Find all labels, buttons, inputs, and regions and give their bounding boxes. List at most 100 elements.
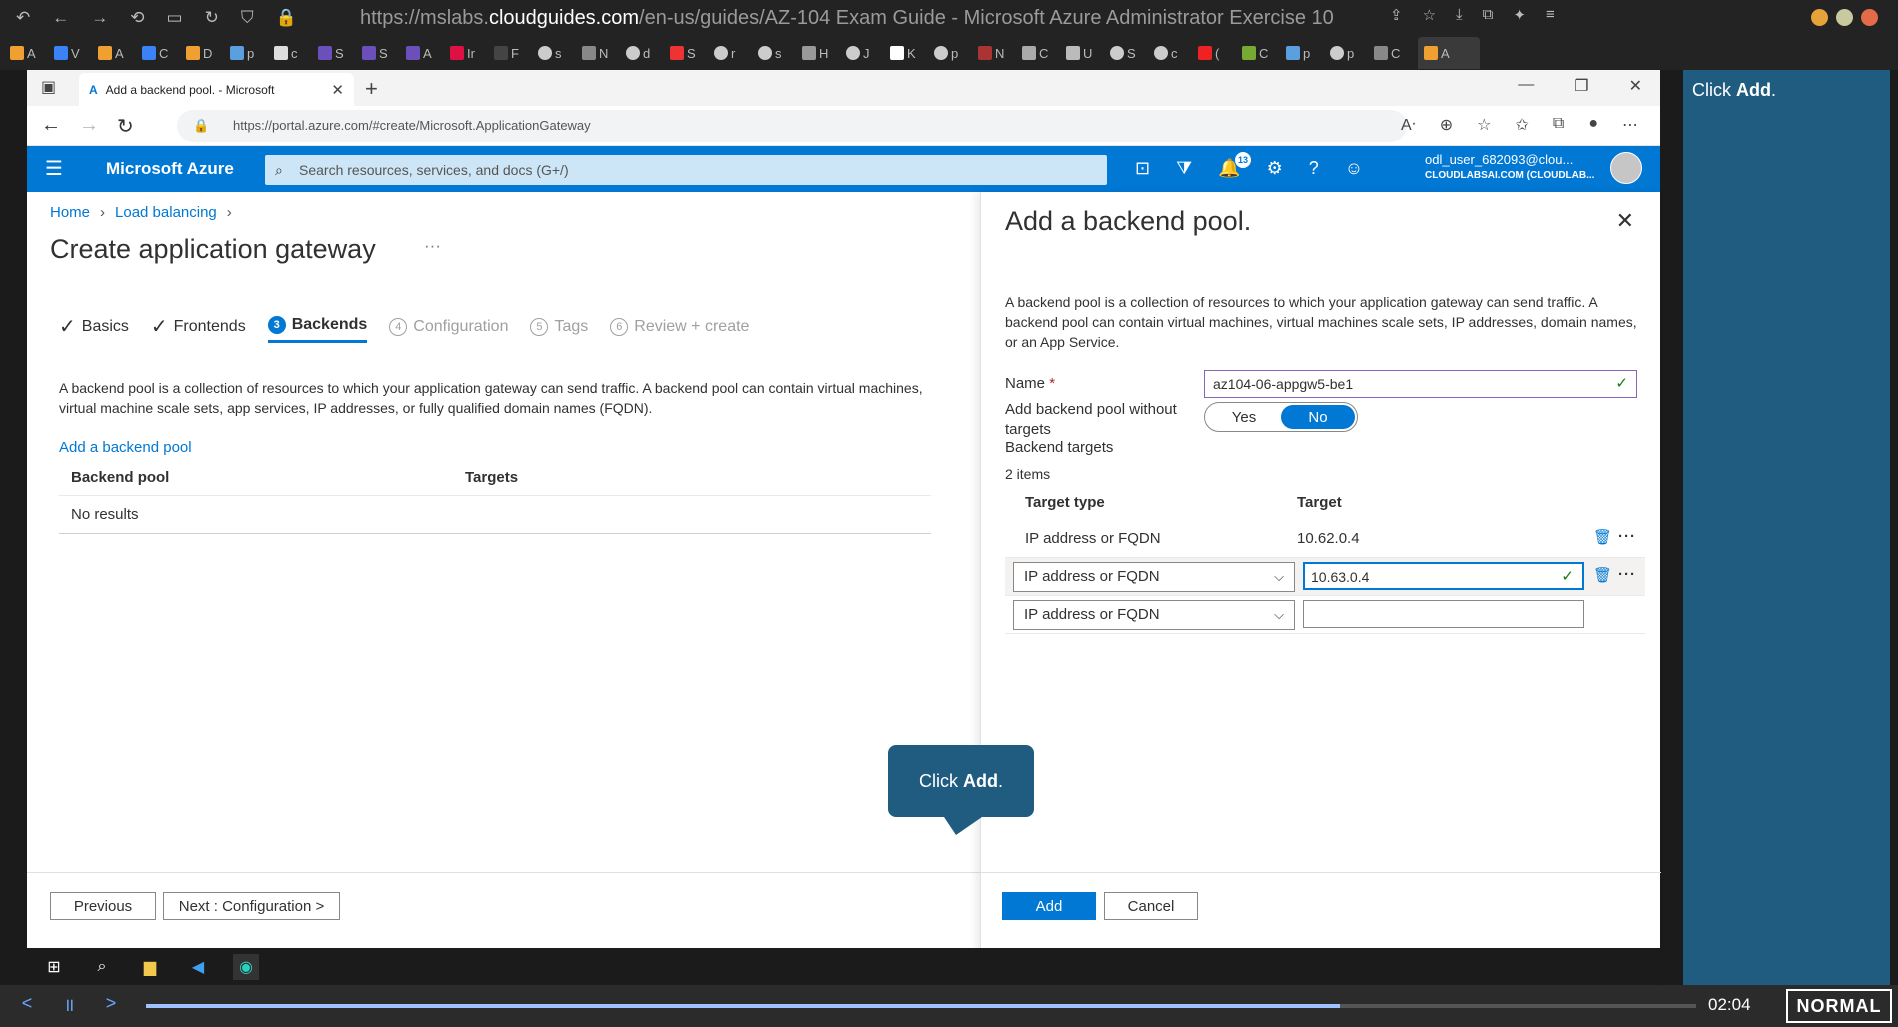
more-icon[interactable]: ⋯	[1622, 115, 1638, 135]
extension-icon[interactable]: ⧉	[1483, 6, 1494, 24]
tab-backends[interactable]: 3 Backends	[267, 316, 368, 343]
bookmark-item[interactable]: S	[362, 46, 400, 61]
vscode-icon[interactable]: ◀	[185, 954, 211, 980]
more-icon[interactable]: ···	[1618, 566, 1636, 584]
bookmark-item[interactable]: A	[406, 46, 444, 61]
previous-step-icon[interactable]: <	[10, 993, 44, 1019]
favorite-icon[interactable]: ☆	[1477, 115, 1491, 135]
reload-icon[interactable]: ↻	[205, 8, 219, 28]
forward-arrow-icon[interactable]: →	[79, 114, 99, 137]
minimize-circle-icon[interactable]	[1811, 9, 1828, 26]
bookmark-item[interactable]: d	[626, 46, 664, 61]
settings-icon[interactable]: ⚙	[1267, 158, 1283, 179]
bookmark-item[interactable]: c	[1154, 46, 1192, 61]
history-icon[interactable]: ⟲	[130, 8, 144, 28]
collections-icon[interactable]: ⧉	[1553, 115, 1564, 135]
search-icon[interactable]: ⌕	[89, 954, 115, 980]
hamburger-menu-icon[interactable]: ☰	[45, 156, 63, 181]
more-options-icon[interactable]: ···	[424, 236, 441, 256]
bookmark-item[interactable]: C	[1242, 46, 1280, 61]
file-explorer-icon[interactable]: ▆	[137, 954, 163, 980]
favorites-icon[interactable]: ✩	[1515, 115, 1528, 135]
close-circle-icon[interactable]	[1861, 9, 1878, 26]
bookmark-star-icon[interactable]: ☆	[1423, 6, 1436, 24]
tab-frontends[interactable]: ✓ Frontends	[151, 314, 246, 345]
bookmark-item[interactable]: p	[230, 46, 268, 61]
bookmark-item[interactable]: Ir	[450, 46, 488, 61]
bookmark-item[interactable]: S	[318, 46, 356, 61]
new-tab-icon[interactable]: +	[365, 76, 378, 102]
bookmark-item[interactable]: (	[1198, 46, 1236, 61]
target-type-select[interactable]: IP address or FQDN ⌵	[1013, 562, 1295, 592]
without-targets-toggle[interactable]: Yes No	[1204, 402, 1358, 432]
help-icon[interactable]: ?	[1309, 158, 1319, 179]
bookmark-item[interactable]: p	[1286, 46, 1324, 61]
back-icon[interactable]: ←	[52, 8, 69, 28]
edge-tab-active[interactable]: A Add a backend pool. - Microsoft ✕	[79, 73, 354, 106]
bookmark-item[interactable]: p	[1330, 46, 1368, 61]
edge-browser-icon[interactable]: ◉	[233, 953, 259, 980]
avatar[interactable]	[1610, 152, 1642, 184]
close-icon[interactable]: ✕	[1616, 208, 1634, 234]
pause-icon[interactable]: ॥	[52, 993, 86, 1019]
add-button[interactable]: Add	[1002, 892, 1096, 920]
restore-icon[interactable]: ❐	[1574, 76, 1588, 96]
bookmark-item-active[interactable]: A	[1418, 37, 1480, 69]
back-arrow-icon[interactable]: ←	[41, 114, 61, 137]
zoom-icon[interactable]: ⊕	[1440, 115, 1453, 135]
directory-filter-icon[interactable]: ⧩	[1176, 158, 1192, 179]
forward-icon[interactable]: →	[91, 8, 108, 28]
bookmark-item[interactable]: C	[1022, 46, 1060, 61]
sidebar-icon[interactable]: ▭	[167, 8, 183, 28]
bookmark-item[interactable]: D	[186, 46, 224, 61]
bookmark-item[interactable]: N	[582, 46, 620, 61]
profile-icon[interactable]: ●	[1588, 115, 1598, 135]
bookmark-item[interactable]: S	[1110, 46, 1148, 61]
menu-icon[interactable]: ≡	[1546, 6, 1555, 24]
bookmark-item[interactable]: r	[714, 46, 752, 61]
bookmark-item[interactable]: J	[846, 46, 884, 61]
bookmark-item[interactable]: N	[978, 46, 1016, 61]
undo-icon[interactable]: ↶	[16, 8, 30, 28]
bookmark-item[interactable]: H	[802, 46, 840, 61]
toggle-no[interactable]: No	[1281, 405, 1355, 429]
download-icon[interactable]: ⤓	[1456, 6, 1463, 24]
share-icon[interactable]: ⇪	[1390, 6, 1403, 24]
more-icon[interactable]: ···	[1618, 528, 1636, 546]
bookmark-item[interactable]: S	[670, 46, 708, 61]
breadcrumb-load-balancing[interactable]: Load balancing	[115, 204, 217, 221]
minimize-icon[interactable]: —	[1518, 76, 1534, 96]
feedback-icon[interactable]: ☺	[1345, 158, 1363, 179]
read-aloud-icon[interactable]: Aᐧ	[1401, 115, 1416, 135]
target-type-select[interactable]: IP address or FQDN ⌵	[1013, 600, 1295, 630]
outer-url-bar[interactable]: https://mslabs.cloudguides.com/en-us/gui…	[360, 4, 1430, 32]
bookmark-item[interactable]: C	[1374, 46, 1412, 61]
progress-bar[interactable]	[146, 1004, 1696, 1008]
bookmark-item[interactable]: U	[1066, 46, 1104, 61]
next-configuration-button[interactable]: Next : Configuration >	[163, 892, 340, 920]
toggle-yes[interactable]: Yes	[1207, 405, 1281, 429]
bookmark-item[interactable]: p	[934, 46, 972, 61]
tab-configuration[interactable]: 4 Configuration	[389, 317, 508, 342]
bookmark-item[interactable]: C	[142, 46, 180, 61]
delete-icon[interactable]: 🗑	[1593, 528, 1612, 546]
azure-brand[interactable]: Microsoft Azure	[106, 159, 234, 179]
account-info[interactable]: odl_user_682093@clou... CLOUDLABSAI.COM …	[1425, 152, 1594, 184]
cancel-button[interactable]: Cancel	[1104, 892, 1198, 920]
maximize-circle-icon[interactable]	[1836, 9, 1853, 26]
breadcrumb-home[interactable]: Home	[50, 204, 90, 221]
cloud-shell-icon[interactable]: ⊡	[1135, 158, 1150, 179]
bookmark-item[interactable]: A	[98, 46, 136, 61]
previous-button[interactable]: Previous	[50, 892, 156, 920]
target-input[interactable]: 10.63.0.4 ✓	[1303, 562, 1584, 590]
bookmark-item[interactable]: A	[10, 46, 48, 61]
bookmark-item[interactable]: K	[890, 46, 928, 61]
refresh-icon[interactable]: ↻	[117, 114, 134, 139]
tab-basics[interactable]: ✓ Basics	[59, 314, 129, 345]
bookmark-item[interactable]: s	[538, 46, 576, 61]
tab-tags[interactable]: 5 Tags	[530, 317, 588, 342]
next-step-icon[interactable]: >	[94, 993, 128, 1019]
name-field[interactable]: az104-06-appgw5-be1 ✓	[1204, 370, 1637, 398]
tab-actions-icon[interactable]: ▣	[41, 77, 56, 97]
playback-mode-button[interactable]: NORMAL	[1786, 989, 1892, 1023]
